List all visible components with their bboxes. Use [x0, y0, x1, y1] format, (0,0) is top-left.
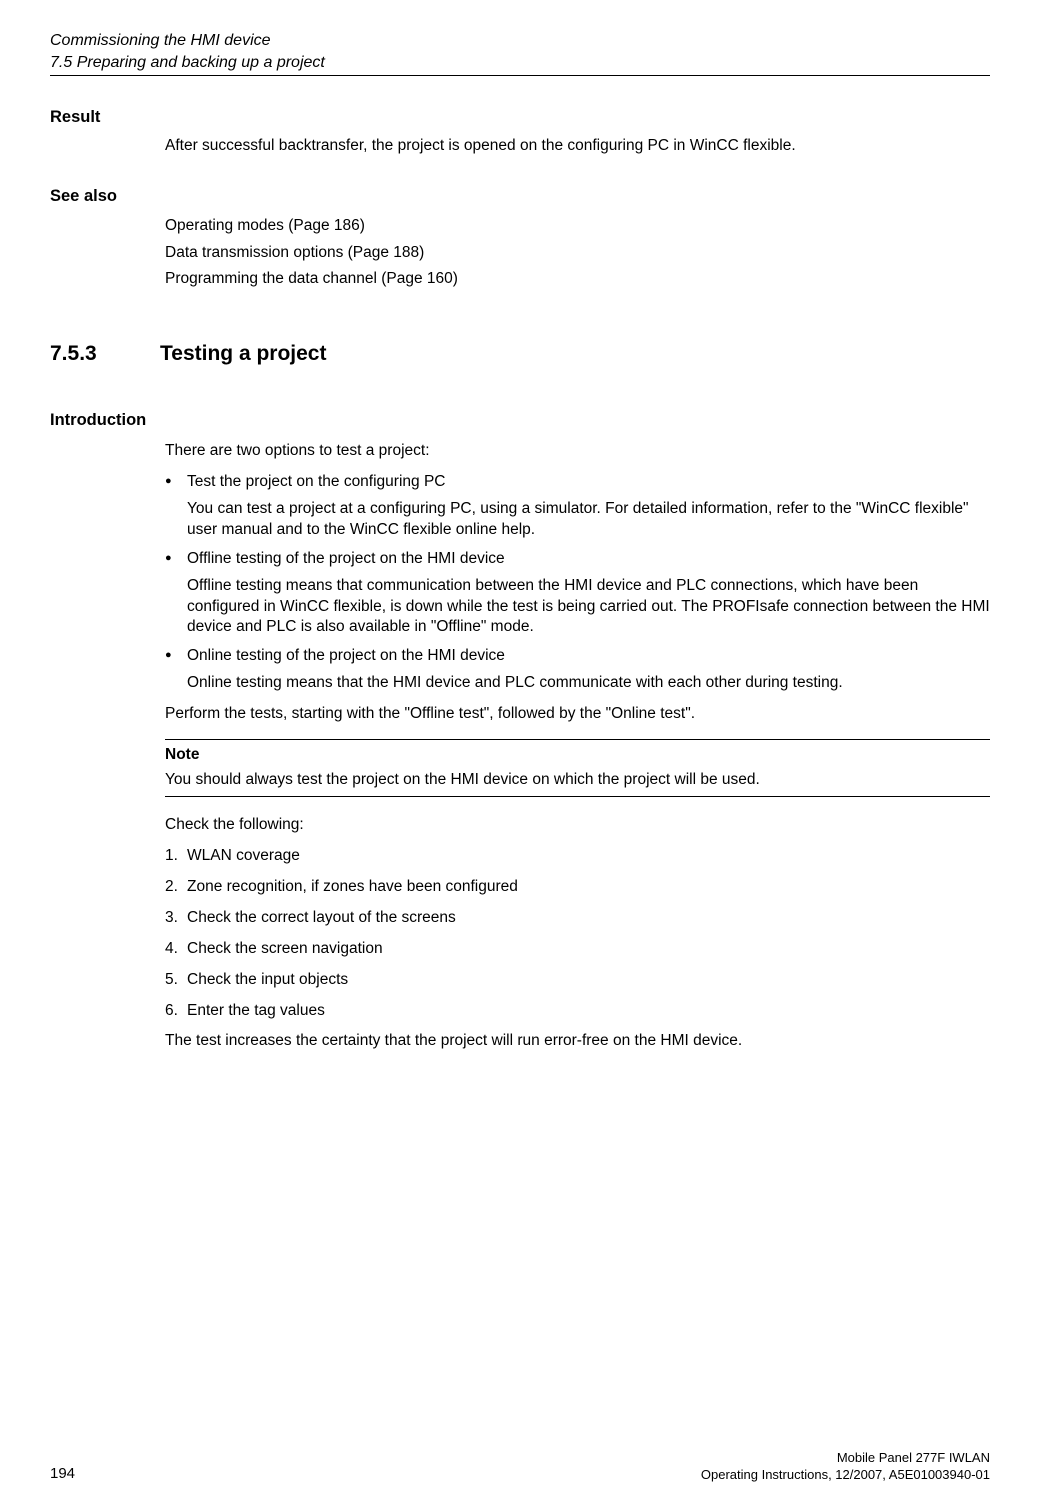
footer-right: Mobile Panel 277F IWLAN Operating Instru… — [701, 1449, 990, 1484]
chapter-title: Commissioning the HMI device — [50, 30, 990, 52]
heading-result: Result — [50, 106, 990, 128]
bullet-title: Offline testing of the project on the HM… — [187, 550, 505, 567]
chapter-heading: 7.5.3 Testing a project — [50, 340, 990, 368]
chapter-number: 7.5.3 — [50, 340, 110, 368]
intro-lead: There are two options to test a project: — [165, 441, 990, 462]
list-item: Enter the tag values — [165, 1001, 990, 1022]
check-label: Check the following: — [165, 815, 990, 836]
bullet-desc: Offline testing means that communication… — [187, 576, 990, 639]
note-block: Note You should always test the project … — [165, 739, 990, 797]
section-path: 7.5 Preparing and backing up a project — [50, 52, 990, 74]
intro-bullets: Test the project on the configuring PC Y… — [165, 472, 990, 694]
header-divider — [50, 75, 990, 76]
list-item: Check the correct layout of the screens — [165, 908, 990, 929]
result-body: After successful backtransfer, the proje… — [165, 136, 990, 157]
note-rule-top — [165, 739, 990, 740]
checklist: WLAN coverage Zone recognition, if zones… — [165, 846, 990, 1022]
see-also-item: Operating modes (Page 186) — [165, 216, 990, 237]
list-item: Check the screen navigation — [165, 939, 990, 960]
list-item: WLAN coverage — [165, 846, 990, 867]
bullet-item: Offline testing of the project on the HM… — [165, 549, 990, 639]
note-text: You should always test the project on th… — [165, 770, 990, 791]
page-footer: 194 Mobile Panel 277F IWLAN Operating In… — [50, 1449, 990, 1484]
list-item: Check the input objects — [165, 970, 990, 991]
bullet-desc: Online testing means that the HMI device… — [187, 673, 990, 694]
doc-info: Operating Instructions, 12/2007, A5E0100… — [701, 1466, 990, 1484]
intro-after-bullets: Perform the tests, starting with the "Of… — [165, 704, 990, 725]
heading-introduction: Introduction — [50, 409, 990, 431]
bullet-item: Test the project on the configuring PC Y… — [165, 472, 990, 541]
bullet-desc: You can test a project at a configuring … — [187, 499, 990, 541]
see-also-item: Programming the data channel (Page 160) — [165, 269, 990, 290]
page-number: 194 — [50, 1464, 75, 1484]
heading-see-also: See also — [50, 185, 990, 207]
bullet-title: Online testing of the project on the HMI… — [187, 647, 505, 664]
list-item: Zone recognition, if zones have been con… — [165, 877, 990, 898]
see-also-list: Operating modes (Page 186) Data transmis… — [165, 216, 990, 291]
doc-name: Mobile Panel 277F IWLAN — [701, 1449, 990, 1467]
result-text: After successful backtransfer, the proje… — [165, 136, 990, 157]
see-also-item: Data transmission options (Page 188) — [165, 243, 990, 264]
intro-body: There are two options to test a project:… — [165, 441, 990, 1052]
bullet-item: Online testing of the project on the HMI… — [165, 646, 990, 694]
note-rule-bottom — [165, 796, 990, 797]
running-header: Commissioning the HMI device 7.5 Prepari… — [50, 30, 990, 76]
note-label: Note — [165, 745, 990, 766]
check-closing: The test increases the certainty that th… — [165, 1031, 990, 1052]
bullet-title: Test the project on the configuring PC — [187, 473, 445, 490]
chapter-title-text: Testing a project — [160, 340, 326, 368]
